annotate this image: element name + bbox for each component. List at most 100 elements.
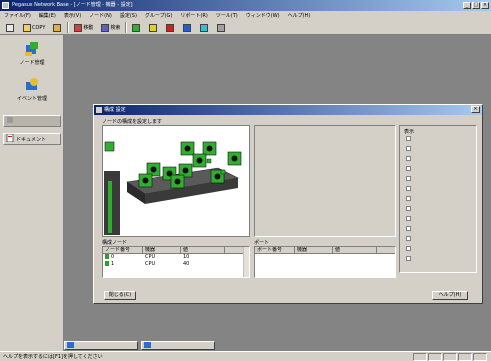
document-icon: [6, 133, 14, 144]
display-option-checkbox[interactable]: [406, 146, 411, 151]
table-row[interactable]: 0 CPU 10: [103, 254, 249, 261]
left-grid-label: 構成ノード: [102, 240, 128, 246]
row-device: CPU: [145, 254, 156, 260]
toolbar-button-6[interactable]: [146, 22, 161, 33]
new-icon: [6, 23, 14, 32]
display-option-checkbox[interactable]: [406, 226, 411, 231]
display-option-checkbox[interactable]: [406, 166, 411, 171]
status-cell: [428, 353, 442, 361]
toolbar-button-4[interactable]: 検索: [98, 22, 123, 33]
minimized-windows: [64, 341, 215, 350]
open-icon: [23, 23, 31, 32]
left-col-value[interactable]: 値: [181, 247, 225, 253]
row-number: 1: [111, 261, 115, 267]
menu-view[interactable]: 表示(V): [64, 11, 81, 21]
menu-help[interactable]: ヘルプ(H): [288, 11, 311, 21]
menu-file[interactable]: ファイル(F): [4, 11, 31, 21]
menu-window[interactable]: ウィンドウ(W): [246, 11, 280, 21]
detail-panel: [254, 125, 396, 237]
toolbar-button-3[interactable]: 移動: [71, 22, 96, 33]
disabled-row: [3, 115, 61, 127]
status-text: ヘルプを表示するには[F1]を押してください: [3, 354, 103, 360]
maximize-button[interactable]: □: [472, 2, 480, 9]
right-col-device[interactable]: 機器: [295, 247, 333, 253]
table-row[interactable]: 1 CPU 40: [103, 261, 249, 268]
toolbar-button-8[interactable]: [180, 22, 195, 33]
toolbar-separator: [67, 22, 70, 33]
minimized-window-2[interactable]: [141, 341, 215, 350]
rack-3d-view[interactable]: [102, 125, 250, 237]
left-grid-scrollbar[interactable]: [243, 247, 249, 277]
display-option-checkbox[interactable]: [406, 196, 411, 201]
toolbar-separator: [125, 22, 128, 33]
menu-tools[interactable]: ツール(T): [216, 11, 238, 21]
node-manage-button[interactable]: ノード管理: [5, 41, 59, 66]
event-manage-button[interactable]: イベント管理: [5, 77, 59, 102]
display-option-checkbox[interactable]: [406, 246, 411, 251]
row-number: 0: [111, 254, 115, 260]
cyan-status-icon: [200, 23, 209, 32]
filter-icon: [101, 23, 110, 32]
display-option-checkbox[interactable]: [406, 156, 411, 161]
gray-status-icon: [217, 23, 226, 32]
left-col-number[interactable]: ノード番号: [103, 247, 143, 253]
display-options-label: 表示: [404, 129, 415, 135]
close-button[interactable]: ×: [481, 2, 489, 9]
status-cell: [473, 353, 487, 361]
dialog-subtitle: ノードの構成を設定します: [102, 119, 163, 125]
display-option-checkbox[interactable]: [406, 176, 411, 181]
document-row-label: ドキュメント: [16, 136, 47, 143]
status-cell: [443, 353, 457, 361]
menu-report[interactable]: リポート(R): [180, 11, 207, 21]
move-icon: [74, 23, 83, 32]
right-col-number[interactable]: ポート番号: [255, 247, 295, 253]
left-col-device[interactable]: 機器: [143, 247, 181, 253]
toolbar-button-label: COPY: [32, 24, 46, 31]
event-manage-icon: [24, 77, 40, 93]
menu-bar: ファイル(F) 編集(E) 表示(V) ノード(N) 設定(S) グループ(G)…: [0, 11, 491, 21]
toolbar-button-9[interactable]: [197, 22, 212, 33]
green-status-icon: [132, 23, 141, 32]
window-title: Pegasus Network Base - [ノード管理 - 機器 - 設定]: [12, 2, 133, 8]
right-grid[interactable]: ポート番号 機器 値: [254, 246, 396, 278]
document-row[interactable]: ドキュメント: [3, 133, 61, 145]
menu-group[interactable]: グループ(G): [145, 11, 172, 21]
right-col-value[interactable]: 値: [333, 247, 377, 253]
display-option-checkbox[interactable]: [406, 186, 411, 191]
display-option-checkbox[interactable]: [406, 256, 411, 261]
row-device: CPU: [145, 261, 156, 267]
menu-edit[interactable]: 編集(E): [39, 11, 56, 21]
dialog-close-action-button[interactable]: 閉じる(C): [104, 291, 136, 300]
row-status-icon: [105, 254, 109, 259]
toolbar-button-2[interactable]: [50, 22, 65, 33]
row-value: 40: [183, 261, 190, 267]
toolbar-button-1[interactable]: COPY: [20, 22, 48, 33]
toolbar-button-10[interactable]: [214, 22, 229, 33]
menu-node[interactable]: ノード(N): [89, 11, 112, 21]
display-option-checkbox[interactable]: [406, 206, 411, 211]
display-option-checkbox[interactable]: [406, 236, 411, 241]
title-bar[interactable]: Pegasus Network Base - [ノード管理 - 機器 - 設定]…: [0, 0, 491, 11]
toolbar-button-0[interactable]: [3, 22, 18, 33]
display-option-checkbox[interactable]: [406, 136, 411, 141]
node-manage-label: ノード管理: [19, 60, 45, 66]
dialog-close-button[interactable]: ×: [471, 106, 480, 113]
minimize-button[interactable]: _: [463, 2, 471, 9]
app-icon: [2, 2, 9, 9]
slider-level: [108, 181, 112, 233]
left-grid-header: ノード番号 機器 値: [103, 247, 249, 254]
toolbar-button-5[interactable]: [129, 22, 144, 33]
menu-settings[interactable]: 設定(S): [120, 11, 137, 21]
minimized-window-1[interactable]: [64, 341, 138, 350]
dialog-help-button[interactable]: ヘルプ(H): [432, 291, 468, 300]
status-cell: [458, 353, 472, 361]
yellow-status-icon: [149, 23, 158, 32]
toolbar-button-label: 移動: [83, 25, 94, 31]
left-grid[interactable]: ノード番号 機器 値 0 CPU 10 1 CPU 40: [102, 246, 250, 278]
right-grid-label: ポート: [254, 240, 270, 246]
row-value: 10: [183, 254, 190, 260]
display-option-checkbox[interactable]: [406, 216, 411, 221]
toolbar-button-7[interactable]: [163, 22, 178, 33]
status-cell: [413, 353, 427, 361]
dialog-title-bar[interactable]: 構成 設定 ×: [94, 105, 482, 115]
